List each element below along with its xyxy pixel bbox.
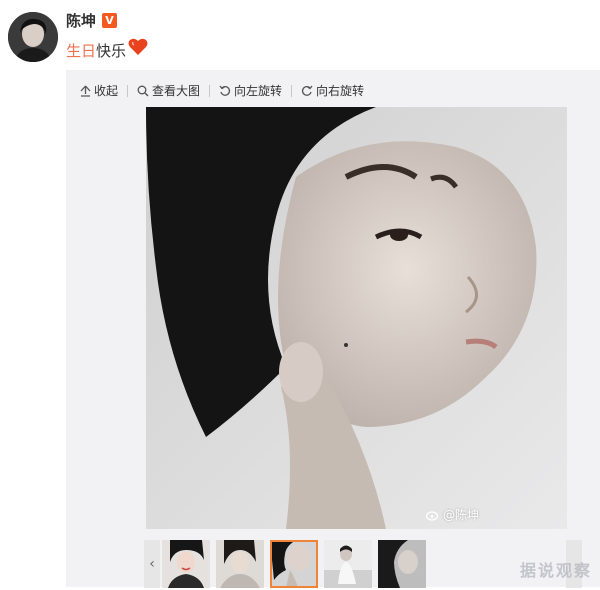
- media-box: 收起 查看大图 向左旋转 向右旋转 @陈坤 ‹: [66, 70, 600, 590]
- rotate-left-label: 向左旋转: [234, 84, 283, 98]
- post-body: 快乐: [96, 42, 127, 60]
- media-toolbar: 收起 查看大图 向左旋转 向右旋转: [80, 82, 364, 99]
- view-large-button[interactable]: 查看大图: [137, 82, 200, 99]
- author-row: 陈坤 V: [66, 10, 118, 31]
- toolbar-divider: [127, 84, 129, 97]
- rotate-left-button[interactable]: 向左旋转: [219, 82, 282, 99]
- thumbnail-1[interactable]: [162, 540, 210, 588]
- topic-link[interactable]: 生日: [66, 40, 96, 61]
- rotate-right-label: 向右旋转: [316, 84, 365, 98]
- weibo-post: 陈坤 V 生日 快乐 收起 查看大图 向左旋转 向右旋转 @陈坤 ‹ 据说观察: [0, 0, 600, 590]
- rotate-left-icon: [219, 85, 231, 96]
- prev-arrow-icon[interactable]: ‹: [144, 540, 160, 588]
- search-icon: [137, 85, 149, 96]
- site-watermark: 据说观察: [519, 561, 592, 580]
- collapse-button[interactable]: 收起: [80, 82, 118, 99]
- thumbnail-3-active[interactable]: [270, 540, 318, 588]
- main-photo[interactable]: @陈坤: [146, 107, 567, 529]
- view-large-label: 查看大图: [152, 84, 201, 98]
- rotate-right-icon: [301, 85, 313, 96]
- thumbnail-strip: ‹: [144, 540, 582, 590]
- rotate-right-button[interactable]: 向右旋转: [301, 82, 364, 99]
- thumbnail-5[interactable]: [378, 540, 426, 588]
- thumbnail-4[interactable]: [324, 540, 372, 588]
- avatar[interactable]: [8, 12, 58, 62]
- collapse-label: 收起: [94, 84, 119, 98]
- thumbnail-2[interactable]: [216, 540, 264, 588]
- photo-watermark-text: @陈坤: [442, 508, 479, 522]
- author-name[interactable]: 陈坤: [66, 10, 96, 31]
- post-text: 生日 快乐: [66, 38, 148, 61]
- heart-icon: [128, 38, 148, 55]
- collapse-icon: [80, 85, 91, 97]
- toolbar-divider: [291, 84, 293, 97]
- verified-badge-icon: V: [102, 13, 118, 28]
- weibo-logo-icon: [425, 510, 439, 521]
- photo-watermark: @陈坤: [425, 506, 479, 523]
- toolbar-divider: [209, 84, 211, 97]
